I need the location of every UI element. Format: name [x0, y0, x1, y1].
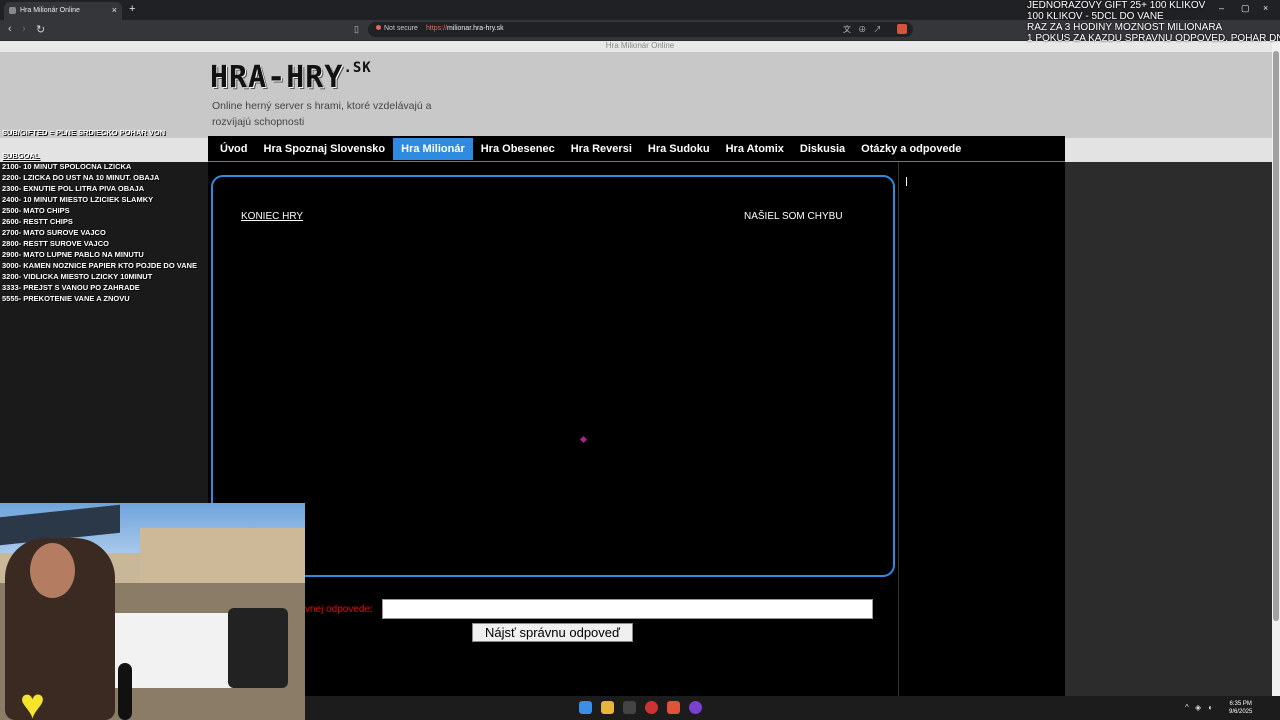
file-explorer-icon[interactable] — [601, 701, 614, 714]
answer-input[interactable] — [382, 599, 873, 619]
subgoal-item: 2100- 10 MINUT SPOLOCNA LZICKA — [2, 162, 132, 171]
clock-time: 6:35 PM — [1229, 701, 1252, 707]
menu-item-otazky[interactable]: Otázky a odpovede — [853, 136, 969, 162]
sidebar-divider — [898, 162, 899, 696]
url-host: milionar.hra-hry.sk — [447, 25, 504, 32]
reload-icon[interactable]: ↻ — [36, 23, 45, 36]
sub-gifted-text: SUB/GIFTED = PLNE SRDIECKO POHAR VON — [2, 128, 166, 137]
network-icon[interactable]: ◈ — [1195, 703, 1201, 712]
menu-item-atomix[interactable]: Hra Atomix — [718, 136, 792, 162]
share-icon[interactable]: ↗ — [873, 25, 881, 34]
forward-icon[interactable]: › — [22, 23, 26, 35]
site-header — [0, 52, 1272, 138]
subgoal-item: 2900- MATO LUPNE PABLO NA MINUTU — [2, 250, 144, 259]
subgoal-item: 2800- RESTT SUROVE VAJCO — [2, 239, 109, 248]
subgoal-item: 2200- LZICKA DO UST NA 10 MINUT. OBAJA — [2, 173, 160, 182]
main-menu: Úvod Hra Spoznaj Slovensko Hra Milionár … — [208, 136, 1065, 162]
back-icon[interactable]: ‹ — [8, 23, 12, 35]
overlay-line: JEDNORAZOVY GIFT 25+ 100 KLIKOV — [1027, 0, 1206, 11]
clock-date: 9/6/2025 — [1229, 709, 1253, 715]
subgoal-item: 3000- KAMEN NOZNICE PAPIER KTO POJDE DO … — [2, 261, 198, 270]
subgoal-item: 2600- RESTT CHIPS — [2, 217, 73, 226]
tab-title: Hra Milionár Online — [20, 7, 80, 14]
stream-overlay-text: JEDNORAZOVY GIFT 25+ 100 KLIKOV 100 KLIK… — [1027, 0, 1280, 44]
webcam-streamer-head — [30, 543, 75, 598]
webcam-chair — [228, 608, 288, 688]
brave-shield-icon[interactable] — [897, 24, 907, 34]
menu-item-spoznaj-slovensko[interactable]: Hra Spoznaj Slovensko — [256, 136, 394, 162]
chevron-up-icon[interactable]: ^ — [1185, 703, 1189, 712]
browser-tab[interactable]: Hra Milionár Online × — [4, 2, 122, 20]
address-bar[interactable]: Not secure https://milionar.hra-hry.sk — [368, 22, 913, 37]
page-scrollbar[interactable] — [1272, 41, 1280, 696]
taskbar-clock[interactable]: 6:35 PM 9/6/2025 — [1229, 700, 1252, 716]
not-secure-indicator[interactable]: Not secure — [376, 25, 418, 32]
site-logo[interactable]: HRA-HRY.SK — [210, 60, 372, 95]
subgoal-list: 2100- 10 MINUT SPOLOCNA LZICKA 2200- LZI… — [2, 161, 197, 304]
report-error-link[interactable]: NAŠIEL SOM CHYBU — [744, 211, 843, 222]
chrome-icon[interactable] — [645, 701, 658, 714]
menu-item-reversi[interactable]: Hra Reversi — [563, 136, 640, 162]
end-game-link[interactable]: KONIEC HRY — [241, 211, 303, 222]
zoom-icon[interactable]: ⊕ — [858, 25, 866, 34]
overlay-line: RAZ ZA 3 HODINY MOZNOST MILIONARA — [1027, 22, 1223, 33]
game-board — [211, 175, 895, 577]
subgoal-item: 2700- MATO SUROVE VAJCO — [2, 228, 106, 237]
subgoal-item: 3333- PREJST S VANOU PO ZAHRADE — [2, 283, 140, 292]
menu-item-obesenec[interactable]: Hra Obesenec — [473, 136, 563, 162]
menu-item-uvod[interactable]: Úvod — [212, 136, 256, 162]
translate-icon[interactable]: 文 — [843, 25, 851, 34]
address-bar-actions[interactable]: 文 ⊕ ↗ — [843, 24, 881, 35]
right-background — [1065, 138, 1272, 696]
tab-close-icon[interactable]: × — [112, 5, 117, 15]
bookmark-icon[interactable]: ▯ — [354, 24, 359, 35]
start-icon[interactable] — [579, 701, 592, 714]
microphone-icon — [118, 663, 132, 720]
logo-main: HRA-HRY — [210, 60, 344, 95]
heart-cup-icon: ♥ — [20, 680, 45, 720]
webcam-overlay: ♥ — [0, 503, 305, 720]
subgoal-item: 3200- VIDLICKA MIESTO LZICKY 10MINUT — [2, 272, 153, 281]
menu-underline — [208, 161, 1065, 162]
scrollbar-thumb[interactable] — [1273, 51, 1279, 621]
answer-label: vnej odpovede: — [305, 604, 373, 615]
terminal-icon[interactable] — [623, 701, 636, 714]
url-scheme: https:// — [426, 25, 448, 32]
find-answer-button[interactable]: Nájsť správnu odpoveď — [472, 623, 633, 642]
subgoal-item: 2300- EXNUTIE POL LITRA PIVA OBAJA — [2, 184, 145, 193]
new-tab-button[interactable]: + — [129, 3, 135, 15]
menu-item-diskusia[interactable]: Diskusia — [792, 136, 853, 162]
menu-item-sudoku[interactable]: Hra Sudoku — [640, 136, 718, 162]
site-tagline: Online herný server s hrami, ktoré vzdel… — [212, 100, 432, 128]
subgoal-title: SUBGOAL — [2, 151, 40, 160]
brave-icon[interactable] — [667, 701, 680, 714]
obs-icon[interactable] — [689, 701, 702, 714]
volume-icon[interactable]: ◖ — [1207, 703, 1212, 712]
system-tray[interactable]: ^ ◈ ◖ — [1185, 703, 1212, 712]
overlay-line: 1 POKUS ZA KAZDU SPRAVNU ODPOVED, POHAR … — [1027, 33, 1280, 44]
subgoal-item: 2400- 10 MINUT MIESTO LZICIEK SLAMKY — [2, 195, 154, 204]
subgoal-item: 5555- PREKOTENIE VANE A ZNOVU — [2, 294, 130, 303]
url-text: https://milionar.hra-hry.sk — [426, 25, 504, 32]
subgoal-item: 2500- MATO CHIPS — [2, 206, 70, 215]
menu-item-milionar[interactable]: Hra Milionár — [393, 138, 473, 160]
overlay-line: 100 KLIKOV - 5DCL DO VANE — [1027, 11, 1164, 22]
logo-suffix: .SK — [343, 60, 372, 76]
tab-favicon-icon — [9, 7, 16, 14]
text-caret — [906, 177, 907, 186]
